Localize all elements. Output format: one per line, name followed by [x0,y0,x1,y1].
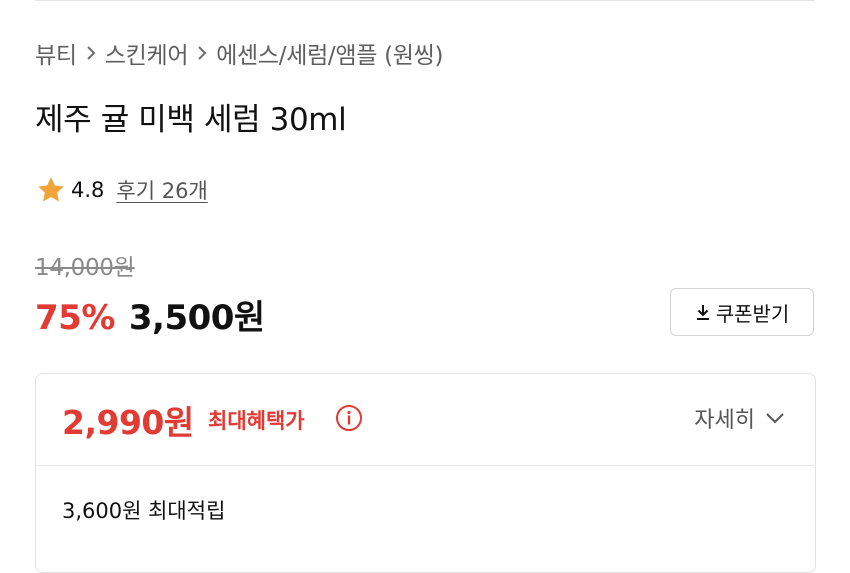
benefit-card: 2,990원 최대혜택가 자세히 3,600원 최대적립 [35,373,816,573]
sale-price: 3,500원 [128,298,265,338]
info-icon[interactable] [334,403,364,433]
star-icon [35,174,67,206]
detail-toggle[interactable]: 자세히 [694,402,785,434]
benefit-header: 2,990원 최대혜택가 자세히 [36,374,815,465]
coupon-button[interactable]: 쿠폰받기 [670,288,814,336]
max-benefit-label: 최대혜택가 [208,409,305,433]
download-icon [695,303,716,321]
chevron-right-icon [77,45,105,61]
price-row: 75% 3,500원 [35,290,265,339]
chevron-down-icon [755,412,785,424]
coupon-button-label: 쿠폰받기 [715,301,790,326]
breadcrumb-item-skincare[interactable]: 스킨케어 [105,36,189,70]
rating: 4.8 후기 26개 [35,174,208,206]
product-title: 제주 귤 미백 세럼 30ml [35,102,347,138]
top-divider [35,0,815,1]
chevron-right-icon [188,45,216,61]
breadcrumb-item-beauty[interactable]: 뷰티 [35,36,77,70]
breadcrumb-item-essence[interactable]: 에센스/세럼/앰플 (원씽) [216,36,443,70]
breadcrumb: 뷰티 스킨케어 에센스/세럼/앰플 (원씽) [35,36,443,70]
card-divider [36,465,815,466]
original-price: 14,000원 [35,255,135,281]
discount-rate: 75% [35,298,115,338]
rating-score: 4.8 [71,178,105,202]
max-points: 3,600원 최대적립 [62,499,226,523]
max-benefit-price: 2,990원 [62,403,194,442]
detail-label: 자세히 [694,408,755,433]
reviews-link[interactable]: 후기 26개 [116,175,207,205]
